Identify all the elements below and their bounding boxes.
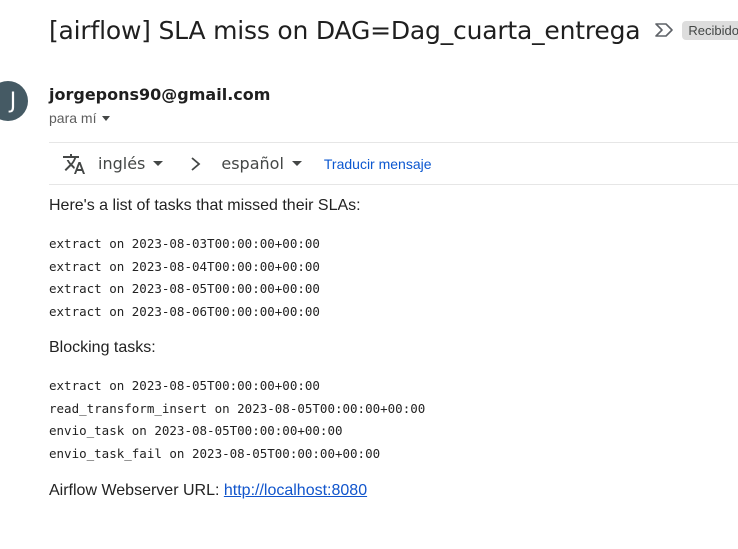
body-intro: Here's a list of tasks that missed their… xyxy=(49,197,361,214)
importance-marker-icon[interactable] xyxy=(654,19,674,41)
list-item: read_transform_insert on 2023-08-05T00:0… xyxy=(49,400,426,416)
webserver-label: Airflow Webserver URL: xyxy=(49,482,220,499)
sender-email[interactable]: jorgepons90@gmail.com xyxy=(49,85,270,104)
email-body: Here's a list of tasks that missed their… xyxy=(49,197,738,500)
recipient-label: para mí xyxy=(49,110,97,126)
list-item: envio_task_fail on 2023-08-05T00:00:00+0… xyxy=(49,445,381,461)
email-subject: [airflow] SLA miss on DAG=Dag_cuarta_ent… xyxy=(49,15,641,45)
subject-row: [airflow] SLA miss on DAG=Dag_cuarta_ent… xyxy=(49,10,738,50)
list-item: extract on 2023-08-05T00:00:00+00:00 xyxy=(49,281,320,296)
target-language-label: español xyxy=(221,154,284,173)
sender-avatar[interactable]: J xyxy=(0,81,28,121)
list-item: extract on 2023-08-05T00:00:00+00:00 xyxy=(49,378,320,393)
translate-bar: inglés español Traducir mensaje xyxy=(49,142,738,185)
translate-message-link[interactable]: Traducir mensaje xyxy=(324,156,432,172)
webserver-url-line: Airflow Webserver URL: http://localhost:… xyxy=(49,482,738,500)
source-language-label: inglés xyxy=(98,154,146,173)
missed-tasks-list: extract on 2023-08-03T00:00:00+00:00 ext… xyxy=(49,233,738,323)
webserver-url-link[interactable]: http://localhost:8080 xyxy=(224,482,367,499)
inbox-label-chip[interactable]: Recibidos xyxy=(682,20,738,40)
source-language-select[interactable]: inglés xyxy=(98,154,164,173)
chevron-down-icon xyxy=(291,161,302,166)
translate-icon xyxy=(62,152,86,176)
recipient-dropdown[interactable]: para mí xyxy=(49,110,111,126)
list-item: extract on 2023-08-04T00:00:00+00:00 xyxy=(49,258,320,274)
chevron-down-icon xyxy=(102,115,111,121)
chevron-right-icon xyxy=(189,156,203,172)
blocking-tasks-list: extract on 2023-08-05T00:00:00+00:00 rea… xyxy=(49,375,738,465)
avatar-letter: J xyxy=(9,88,17,114)
target-language-select[interactable]: español xyxy=(221,154,302,173)
list-item: extract on 2023-08-03T00:00:00+00:00 xyxy=(49,236,320,251)
chevron-down-icon xyxy=(153,161,164,166)
list-item: extract on 2023-08-06T00:00:00+00:00 xyxy=(49,303,320,319)
list-item: envio_task on 2023-08-05T00:00:00+00:00 xyxy=(49,423,343,438)
blocking-heading: Blocking tasks: xyxy=(49,339,156,356)
